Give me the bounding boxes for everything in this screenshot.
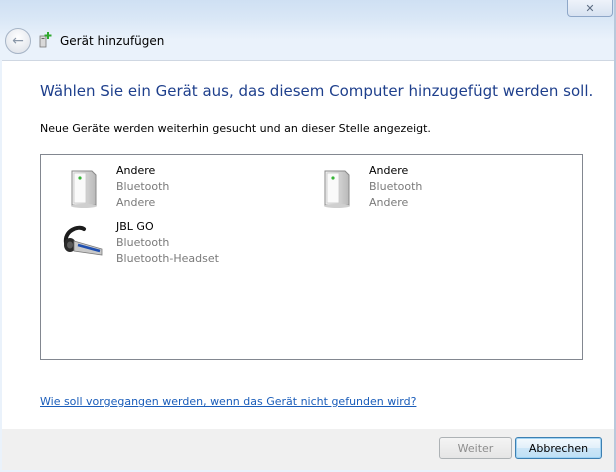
device-type: Bluetooth xyxy=(369,180,423,193)
device-category: Bluetooth-Headset xyxy=(116,252,219,265)
back-button[interactable]: ← xyxy=(5,28,31,54)
device-item[interactable]: Andere Bluetooth Andere xyxy=(60,163,169,211)
help-link[interactable]: Wie soll vorgegangen werden, wenn das Ge… xyxy=(40,395,416,408)
page-heading: Wählen Sie ein Gerät aus, das diesem Com… xyxy=(40,82,594,100)
computer-tower-icon xyxy=(324,170,350,208)
device-item[interactable]: Andere Bluetooth Andere xyxy=(313,163,422,211)
next-button[interactable]: Weiter xyxy=(439,437,512,459)
bluetooth-headset-icon xyxy=(63,225,103,256)
cancel-button[interactable]: Abbrechen xyxy=(515,437,602,459)
close-icon: ✕ xyxy=(585,1,595,15)
wizard-title: Gerät hinzufügen xyxy=(60,34,165,48)
device-name: Andere xyxy=(369,164,409,177)
footer-bar: Weiter Abbrechen xyxy=(2,429,614,470)
device-list[interactable]: Andere Bluetooth Andere Andere Bluetooth… xyxy=(40,154,583,360)
add-device-icon xyxy=(39,32,52,48)
device-type: Bluetooth xyxy=(116,180,170,193)
wizard-content: Wählen Sie ein Gerät aus, das diesem Com… xyxy=(2,60,614,430)
device-category: Andere xyxy=(116,196,156,209)
device-item[interactable]: JBL GO Bluetooth Bluetooth-Headset xyxy=(60,219,219,267)
computer-tower-icon xyxy=(71,170,97,208)
device-type: Bluetooth xyxy=(116,236,170,249)
device-name: Andere xyxy=(116,164,156,177)
back-arrow-icon: ← xyxy=(12,33,24,49)
window-frame: ✕ ← Gerät hinzufügen Wählen Sie ein Gerä… xyxy=(0,0,616,472)
close-button[interactable]: ✕ xyxy=(567,0,613,17)
device-category: Andere xyxy=(369,196,409,209)
device-name: JBL GO xyxy=(116,220,154,233)
page-subtext: Neue Geräte werden weiterhin gesucht und… xyxy=(40,122,431,135)
